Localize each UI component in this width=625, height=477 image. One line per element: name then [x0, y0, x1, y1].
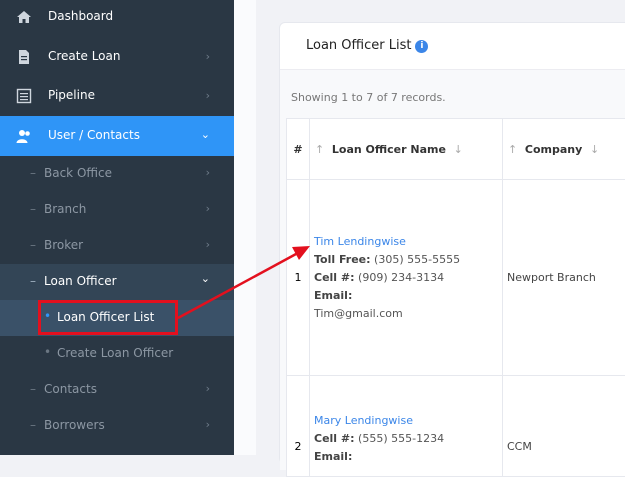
sort-desc-icon[interactable]: ↓ — [454, 143, 463, 156]
toll-free-value: (305) 555-5555 — [374, 253, 460, 266]
chevron-right-icon: › — [206, 418, 210, 431]
chevron-right-icon: › — [206, 89, 210, 102]
officer-name-link[interactable]: Mary Lendingwise — [314, 412, 502, 430]
sort-asc-icon[interactable]: ↑ — [508, 143, 517, 156]
chevron-down-icon: ⌄ — [201, 128, 210, 141]
sub-borrowers[interactable]: – Borrowers › — [0, 408, 234, 444]
cell-value: (555) 555-1234 — [358, 432, 444, 445]
officer-name-link[interactable]: Tim Lendingwise — [314, 233, 502, 251]
info-icon[interactable]: i — [415, 40, 428, 53]
chevron-right-icon: › — [206, 238, 210, 251]
document-icon — [16, 49, 32, 65]
bullet-icon: • — [44, 345, 51, 359]
table-row: 1 Tim Lendingwise Toll Free: (305) 555-5… — [287, 180, 625, 376]
cell-value: (909) 234-3134 — [358, 271, 444, 284]
chevron-down-icon: ⌄ — [201, 272, 210, 285]
page-title: Loan Officer Listi — [306, 38, 428, 53]
column-header-name[interactable]: ↑ Loan Officer Name ↓ — [310, 119, 503, 180]
card-body: Showing 1 to 7 of 7 records. # ↑ Loan Of… — [280, 70, 625, 470]
officer-details: Tim Lendingwise Toll Free: (305) 555-555… — [310, 233, 502, 323]
loan-officer-card: Loan Officer Listi Showing 1 to 7 of 7 r… — [279, 22, 625, 464]
home-icon — [16, 9, 32, 25]
sub-contacts[interactable]: – Contacts › — [0, 372, 234, 408]
users-icon — [16, 128, 32, 144]
sub-back-office[interactable]: – Back Office › — [0, 156, 234, 192]
list-icon — [16, 88, 32, 104]
column-header-number: # — [287, 119, 310, 180]
table-row: 2 Mary Lendingwise Cell #: (555) 555-123… — [287, 376, 625, 477]
row-number: 1 — [287, 180, 310, 376]
records-count: Showing 1 to 7 of 7 records. — [291, 91, 446, 104]
officer-details: Mary Lendingwise Cell #: (555) 555-1234 … — [310, 412, 502, 466]
company-name: Newport Branch — [503, 271, 625, 284]
sub-branch[interactable]: – Branch › — [0, 192, 234, 228]
nav-pipeline[interactable]: Pipeline › — [0, 76, 234, 116]
chevron-right-icon: › — [206, 382, 210, 395]
email-value: Tim@gmail.com — [314, 305, 502, 323]
chevron-right-icon: › — [206, 202, 210, 215]
card-header: Loan Officer Listi — [280, 23, 625, 70]
sub-broker[interactable]: – Broker › — [0, 228, 234, 264]
sidebar: Dashboard Create Loan › Pipeline › User … — [0, 0, 234, 455]
create-loan-officer-link[interactable]: • Create Loan Officer — [0, 336, 234, 372]
table-header-row: # ↑ Loan Officer Name ↓ ↑ Company ↓ — [287, 119, 625, 180]
nav-dashboard[interactable]: Dashboard — [0, 0, 234, 37]
column-header-company[interactable]: ↑ Company ↓ — [503, 119, 625, 180]
sub-loan-officer[interactable]: – Loan Officer ⌄ — [0, 264, 234, 300]
chevron-right-icon: › — [206, 166, 210, 179]
company-name: CCM — [503, 440, 625, 453]
highlight-box — [38, 300, 178, 335]
sort-desc-icon[interactable]: ↓ — [590, 143, 599, 156]
sort-asc-icon[interactable]: ↑ — [315, 143, 324, 156]
content-gutter — [234, 0, 256, 455]
row-number: 2 — [287, 440, 309, 453]
nav-user-contacts[interactable]: User / Contacts ⌄ — [0, 116, 234, 156]
loan-officer-table: # ↑ Loan Officer Name ↓ ↑ Company ↓ 1 Ti… — [286, 118, 625, 477]
chevron-right-icon: › — [206, 50, 210, 63]
nav-create-loan[interactable]: Create Loan › — [0, 37, 234, 77]
